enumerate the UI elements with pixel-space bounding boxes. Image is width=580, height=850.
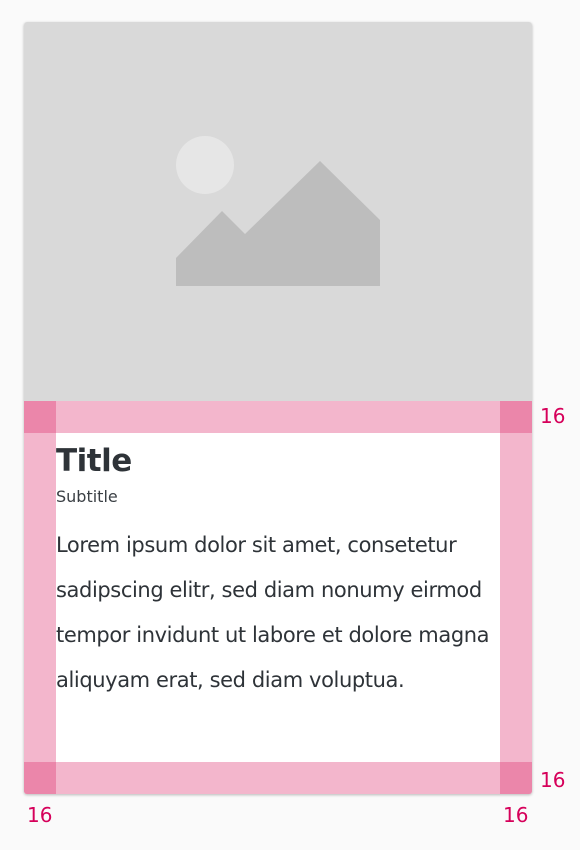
card-body-text: Lorem ipsum dolor sit amet, consetetur s… — [56, 533, 490, 692]
diagram-canvas: Title Subtitle Lorem ipsum dolor sit ame… — [0, 0, 580, 850]
padding-corner-bottom-right — [500, 762, 532, 794]
card-subtitle: Subtitle — [56, 487, 118, 506]
padding-top-label: 16 — [540, 404, 566, 428]
card: Title Subtitle Lorem ipsum dolor sit ame… — [24, 22, 532, 794]
padding-right-overlay — [500, 433, 532, 762]
card-media — [24, 22, 532, 401]
padding-bottom-overlay — [24, 762, 532, 794]
padding-corner-top-right — [500, 401, 532, 433]
padding-right-label: 16 — [503, 803, 529, 827]
padding-corner-top-left — [24, 401, 56, 433]
padding-left-overlay — [24, 433, 56, 762]
card-content: Title Subtitle Lorem ipsum dolor sit ame… — [56, 433, 500, 762]
padding-corner-bottom-left — [24, 762, 56, 794]
padding-bottom-label: 16 — [540, 768, 566, 792]
image-placeholder-icon — [176, 136, 380, 286]
padding-left-label: 16 — [27, 803, 53, 827]
padding-top-overlay — [24, 401, 532, 433]
sun-shape — [176, 136, 234, 194]
card-title: Title — [56, 443, 132, 479]
